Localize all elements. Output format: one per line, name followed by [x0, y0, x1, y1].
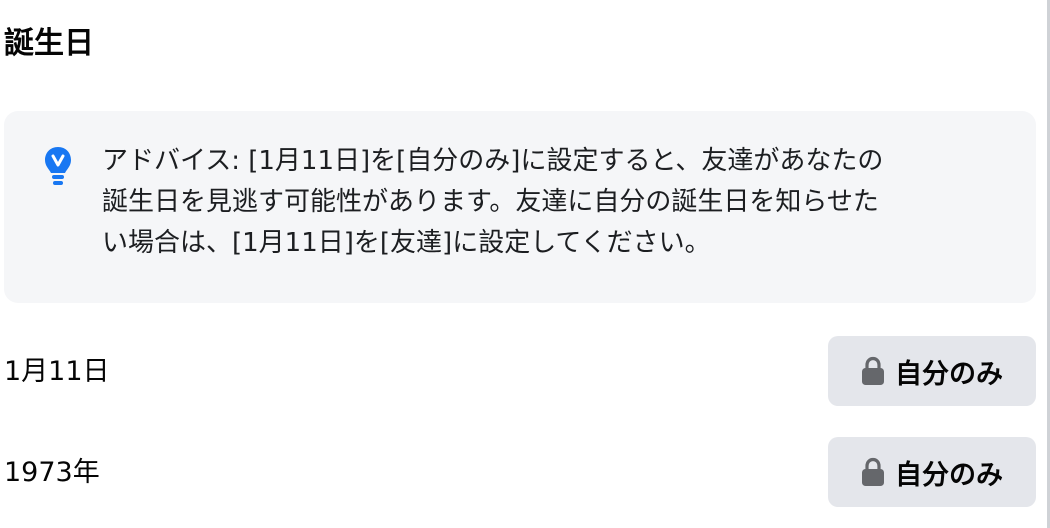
advice-line: い場合は、[1月11日]を[友達]に設定してください。 [102, 228, 711, 258]
audience-label: 自分のみ [895, 459, 1003, 491]
lightbulb-icon [45, 147, 71, 185]
year-audience-button[interactable]: 自分のみ [828, 437, 1036, 507]
advice-box: アドバイス: [1月11日]を[自分のみ]に設定すると、友達があなたの 誕生日を… [4, 111, 1036, 303]
birthday-date-label: 1月11日 [4, 356, 110, 387]
birthday-year-row: 1973年 自分のみ [0, 437, 1040, 509]
advice-text: アドバイス: [1月11日]を[自分のみ]に設定すると、友達があなたの 誕生日を… [102, 141, 1022, 264]
section-title: 誕生日 [4, 26, 94, 61]
lock-icon [862, 457, 884, 486]
advice-line: アドバイス: [1月11日]を[自分のみ]に設定すると、友達があなたの [102, 146, 884, 176]
advice-line: 誕生日を見逃す可能性があります。友達に自分の誕生日を知らせた [102, 187, 879, 217]
lock-icon [862, 356, 884, 385]
audience-label: 自分のみ [895, 358, 1003, 390]
birthday-date-row: 1月11日 自分のみ [0, 336, 1040, 408]
birthday-year-label: 1973年 [4, 457, 100, 488]
birthday-settings-panel: 誕生日 アドバイス: [1月11日]を[自分のみ]に設定すると、友達があなたの … [0, 0, 1050, 528]
date-audience-button[interactable]: 自分のみ [828, 336, 1036, 406]
